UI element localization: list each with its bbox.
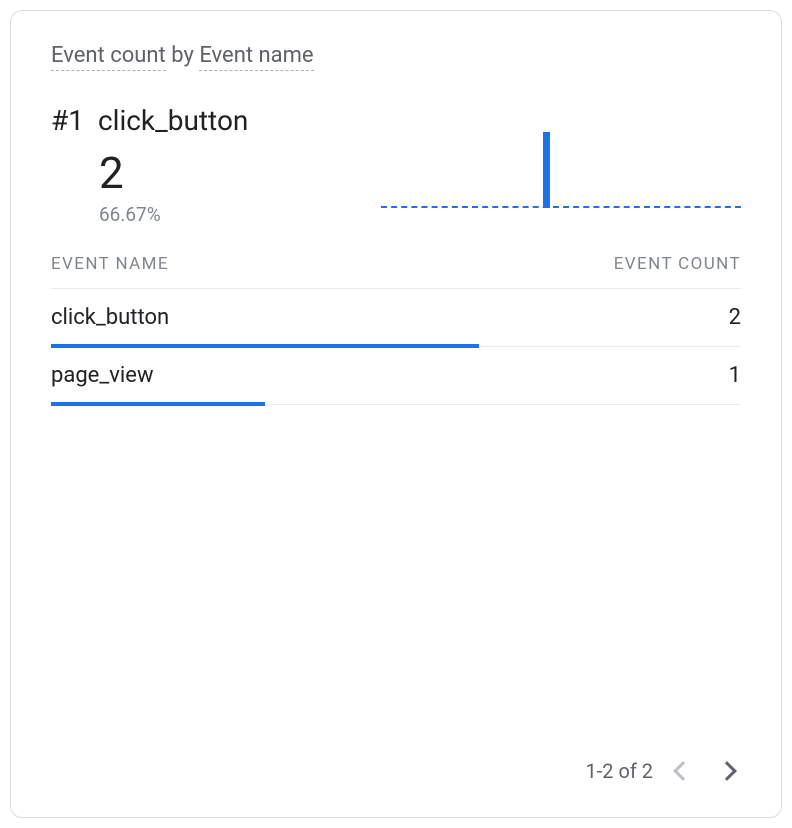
sparkline-baseline (381, 206, 741, 208)
table-header: EVENT NAME EVENT COUNT (51, 254, 741, 289)
header-event-name: EVENT NAME (51, 254, 169, 274)
event-table: EVENT NAME EVENT COUNT click_button 2 page… (51, 254, 741, 405)
card-title: Event count by Event name (51, 43, 741, 68)
row-event-name: page_view (51, 363, 153, 388)
pager-prev-button[interactable] (669, 757, 697, 785)
top-event-name: click_button (98, 104, 248, 137)
top-rank: #1 (51, 104, 84, 137)
top-rank-name: #1 click_button (51, 104, 248, 137)
dimension-selector[interactable]: Event name (199, 43, 313, 71)
table-row[interactable]: click_button 2 (51, 289, 741, 347)
top-percent: 66.67% (99, 203, 248, 226)
table-row[interactable]: page_view 1 (51, 347, 741, 405)
pager-next-button[interactable] (713, 757, 741, 785)
event-count-card: Event count by Event name #1 click_butto… (10, 10, 782, 818)
pager-label: 1-2 of 2 (585, 759, 653, 783)
chevron-left-icon (673, 761, 693, 781)
row-event-count: 2 (729, 305, 741, 330)
top-value: 2 (99, 149, 248, 197)
row-event-name: click_button (51, 305, 169, 330)
title-by: by (166, 43, 200, 68)
header-event-count: EVENT COUNT (614, 254, 741, 274)
sparkline-wrap (248, 116, 741, 208)
sparkline-chart (381, 132, 741, 208)
row-bar (51, 402, 265, 406)
table-body: click_button 2 page_view 1 (51, 289, 741, 405)
metric-selector[interactable]: Event count (51, 43, 166, 71)
chevron-right-icon (717, 761, 737, 781)
sparkline-bar (543, 132, 550, 208)
top-info: #1 click_button 2 66.67% (51, 104, 248, 226)
pager: 1-2 of 2 (585, 757, 741, 785)
top-summary-row: #1 click_button 2 66.67% (51, 104, 741, 226)
row-event-count: 1 (729, 363, 741, 388)
